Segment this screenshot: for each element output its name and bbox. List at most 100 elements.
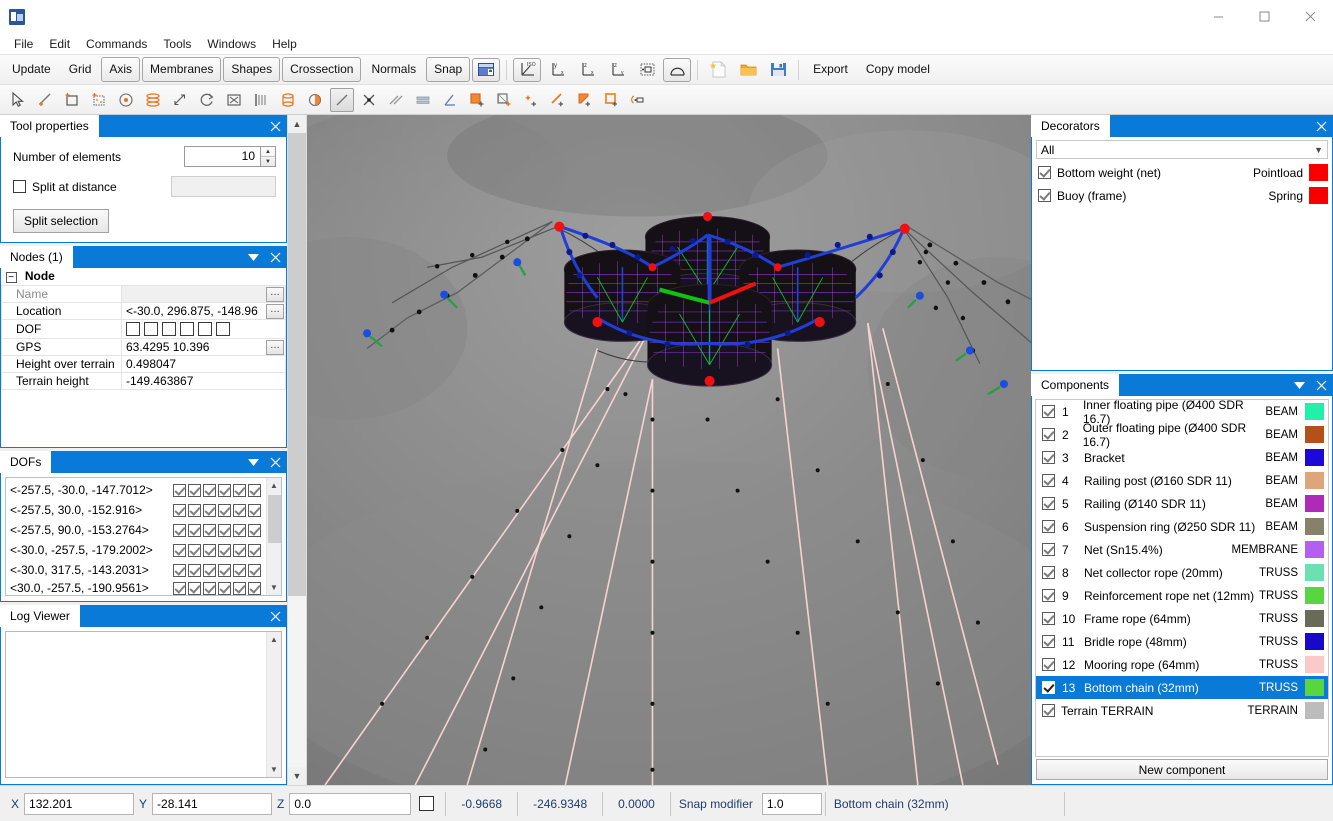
menu-windows[interactable]: Windows [199,34,264,54]
property-value-height-over-terrain[interactable]: 0.498047 [121,354,286,373]
dofs-tab[interactable]: DOFs [0,451,52,473]
number-of-elements-value[interactable]: 10 [185,147,260,166]
dof-checkbox[interactable] [218,581,231,595]
dof-checkbox[interactable] [218,543,231,557]
list-item[interactable]: 12 Mooring rope (64mm) TRUSS [1036,653,1328,676]
copy-model-button[interactable]: Copy model [858,57,938,82]
log-viewer-tab[interactable]: Log Viewer [0,605,80,627]
stepper-down-icon[interactable]: ▼ [261,157,275,166]
color-swatch[interactable] [1309,187,1328,204]
stepper-buttons[interactable]: ▲ ▼ [260,147,275,166]
tool-properties-tab[interactable]: Tool properties [0,115,99,137]
list-item[interactable]: 3 Bracket BEAM [1036,446,1328,469]
dof-checkbox[interactable] [248,581,261,595]
dof-checkbox[interactable] [203,503,216,517]
add-point-icon[interactable] [114,88,138,112]
dof-checkbox[interactable] [248,563,261,577]
chevron-down-icon[interactable]: ▼ [1314,145,1323,155]
property-value-gps[interactable]: 63.4295 10.396 … [121,337,286,356]
extrude-icon[interactable] [141,88,165,112]
fill-square-icon[interactable] [465,88,489,112]
half-circle-icon[interactable] [303,88,327,112]
dof-checkbox[interactable] [188,483,201,497]
log-output-area[interactable]: ▲ ▼ [5,631,282,778]
dof-checkbox[interactable] [216,321,230,336]
close-icon[interactable] [1309,374,1333,396]
parallel-icon[interactable] [384,88,408,112]
dof-checkbox[interactable] [218,483,231,497]
dof-checkbox[interactable] [188,523,201,537]
intersect-icon[interactable] [357,88,381,112]
color-swatch[interactable] [1305,426,1324,443]
fit-icon[interactable] [222,88,246,112]
x-coordinate-input[interactable]: 132.201 [24,792,135,815]
color-swatch[interactable] [1305,495,1324,512]
add-line-icon[interactable] [33,88,57,112]
dof-checkbox-group[interactable] [126,321,281,337]
menu-help[interactable]: Help [264,34,305,54]
component-checkbox[interactable] [1042,428,1055,441]
component-checkbox[interactable] [1042,405,1055,418]
dof-checkbox-group[interactable] [173,503,279,517]
property-value-name[interactable]: … [121,284,286,303]
dof-checkbox[interactable] [162,321,176,336]
dof-checkbox[interactable] [203,483,216,497]
color-swatch[interactable] [1305,679,1324,696]
dof-checkbox[interactable] [233,503,246,517]
color-swatch[interactable] [1305,587,1324,604]
list-item[interactable]: 5 Railing (Ø140 SDR 11) BEAM [1036,492,1328,515]
scrollbar-thumb[interactable] [267,495,281,543]
toolbar-normals-button[interactable]: Normals [363,57,424,82]
measure-icon[interactable] [627,88,651,112]
dof-checkbox[interactable] [203,523,216,537]
property-value-terrain-height[interactable]: -149.463867 [121,371,286,390]
scrollbar-track[interactable] [267,493,282,580]
component-checkbox[interactable] [1042,474,1055,487]
snap-modifier-input[interactable]: 1.0 [761,792,822,815]
shape-view-icon[interactable] [663,57,692,82]
offset-icon[interactable] [411,88,435,112]
list-item[interactable]: <-257.5, 30.0, -152.916> [10,500,279,520]
cylinder-icon[interactable] [276,88,300,112]
close-icon[interactable] [263,605,287,627]
log-scrollbar[interactable]: ▲ ▼ [266,632,281,777]
components-list[interactable]: 1 Inner floating pipe (Ø400 SDR 16.7) BE… [1035,399,1329,757]
dof-checkbox[interactable] [248,503,261,517]
color-swatch[interactable] [1305,472,1324,489]
nodes-tab[interactable]: Nodes (1) [0,246,73,268]
menu-file[interactable]: File [6,34,41,54]
component-checkbox[interactable] [1042,681,1055,694]
property-value-dof[interactable] [121,318,286,339]
lock-view-icon[interactable] [472,57,501,82]
dof-checkbox-group[interactable] [173,483,279,497]
add-mesh-icon[interactable] [87,88,111,112]
chevron-down-icon[interactable] [1289,374,1309,396]
dof-checkbox-group[interactable] [173,543,279,557]
dofs-scrollbar[interactable]: ▲ ▼ [266,478,281,595]
dof-checkbox-group[interactable] [173,523,279,537]
select-arrow-icon[interactable] [6,88,30,112]
collapse-icon[interactable]: − [5,271,17,283]
scroll-down-icon[interactable]: ▼ [267,762,282,777]
status-checkbox[interactable] [419,796,435,811]
list-item-selected[interactable]: 13 Bottom chain (32mm) TRUSS [1036,676,1328,699]
menu-commands[interactable]: Commands [78,34,155,54]
list-item[interactable]: 10 Frame rope (64mm) TRUSS [1036,607,1328,630]
component-checkbox[interactable] [1042,520,1055,533]
dof-checkbox[interactable] [233,543,246,557]
scrollbar-track[interactable] [267,647,282,762]
component-checkbox[interactable] [1042,543,1055,556]
dof-checkbox[interactable] [218,503,231,517]
chevron-down-icon[interactable] [243,246,263,268]
dof-checkbox[interactable] [233,581,246,595]
list-item[interactable]: 2 Outer floating pipe (Ø400 SDR 16.7) BE… [1036,421,1328,449]
viewport-vertical-scrollbar[interactable]: ▲ ▼ [287,115,307,785]
component-checkbox[interactable] [1042,704,1055,717]
toolbar-snap-button[interactable]: Snap [426,57,471,82]
component-checkbox[interactable] [1042,566,1055,579]
list-item[interactable]: Terrain TERRAIN TERRAIN [1036,699,1328,722]
component-checkbox[interactable] [1042,635,1055,648]
table-row[interactable]: Height over terrain 0.498047 [1,354,286,373]
scrollbar-thumb[interactable] [288,133,306,596]
toolbar-crossection-button[interactable]: Crossection [282,57,362,82]
